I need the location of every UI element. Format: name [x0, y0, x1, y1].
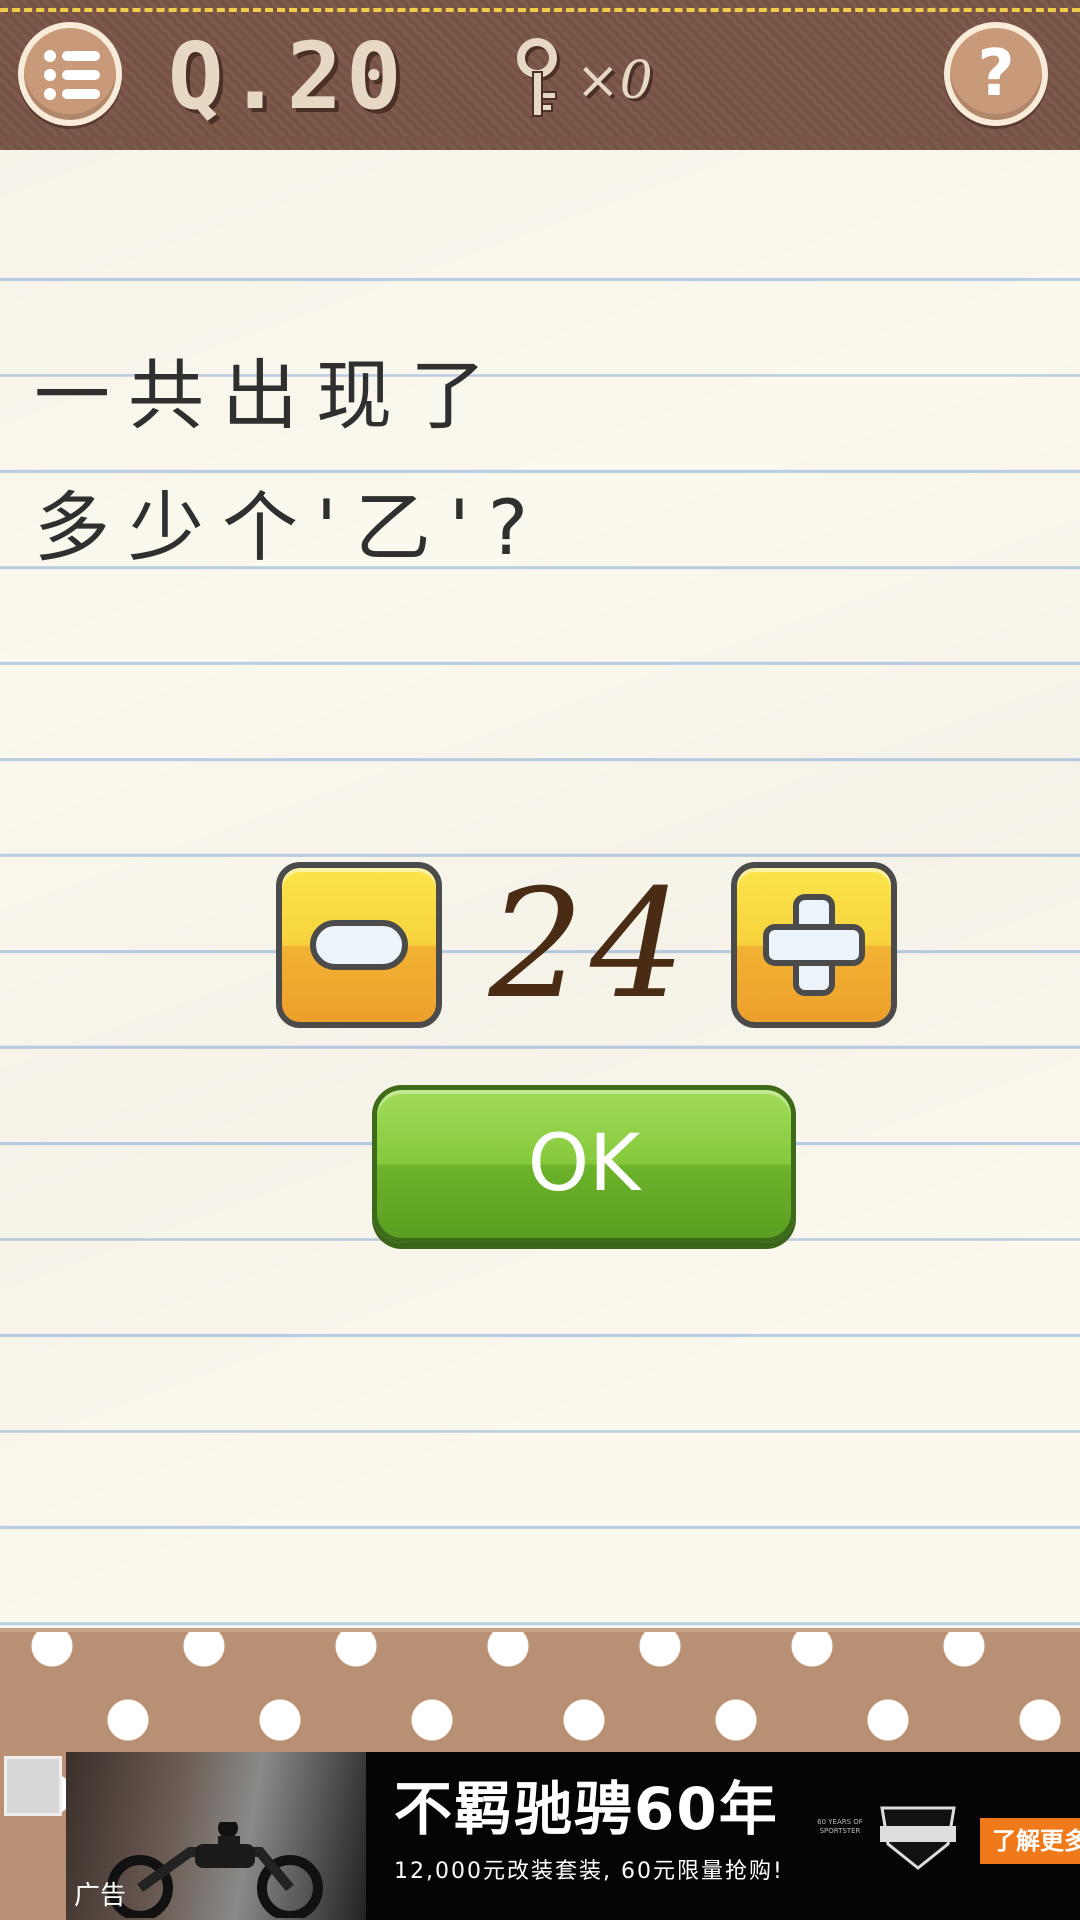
broken-image-icon — [4, 1756, 62, 1816]
motorcycle-icon — [107, 1822, 323, 1918]
key-icon — [517, 38, 560, 117]
top-bar: Q.20 ×0 ? — [0, 0, 1080, 166]
ad-subline: 12,000元改装套装, 60元限量抢购! — [394, 1859, 784, 1884]
ok-label: OK — [527, 1119, 641, 1209]
ad-headline: 不羁驰骋60年 — [394, 1775, 779, 1843]
question-line-1: 一共出现了 — [34, 351, 504, 440]
ad-banner[interactable]: 广告 不羁驰骋60年 12,000元改装套装, 60元限量抢购! 60 YEAR… — [66, 1752, 1080, 1920]
plus-icon — [763, 894, 865, 996]
answer-count: 24 — [488, 858, 692, 1032]
ad-cta-button[interactable]: 了解更多 — [980, 1818, 1080, 1864]
harley-davidson-logo — [880, 1806, 956, 1870]
ok-button[interactable]: OK — [372, 1085, 796, 1243]
ad-tag: 广告 — [74, 1881, 127, 1911]
minus-icon — [310, 920, 408, 970]
question-mark-icon: ? — [977, 37, 1015, 111]
question-text: 一共出现了 多少个'乙'? — [34, 330, 734, 594]
game-screen: Q.20 ×0 ? 一共出现了 多少个'乙'? 24 OK 广告 不羁驰骋60年… — [0, 0, 1080, 1920]
ad-years-text: 60 YEARS OF SPORTSTER — [817, 1818, 863, 1835]
stitch-line — [0, 8, 1080, 12]
help-button[interactable]: ? — [944, 22, 1048, 126]
key-count: ×0 — [576, 51, 653, 111]
list-menu-icon — [44, 50, 100, 100]
menu-button[interactable] — [18, 22, 122, 126]
increase-button[interactable] — [731, 862, 897, 1028]
decrease-button[interactable] — [276, 862, 442, 1028]
question-number: Q.20 — [168, 23, 406, 130]
question-line-2: 多少个'乙'? — [34, 483, 547, 572]
